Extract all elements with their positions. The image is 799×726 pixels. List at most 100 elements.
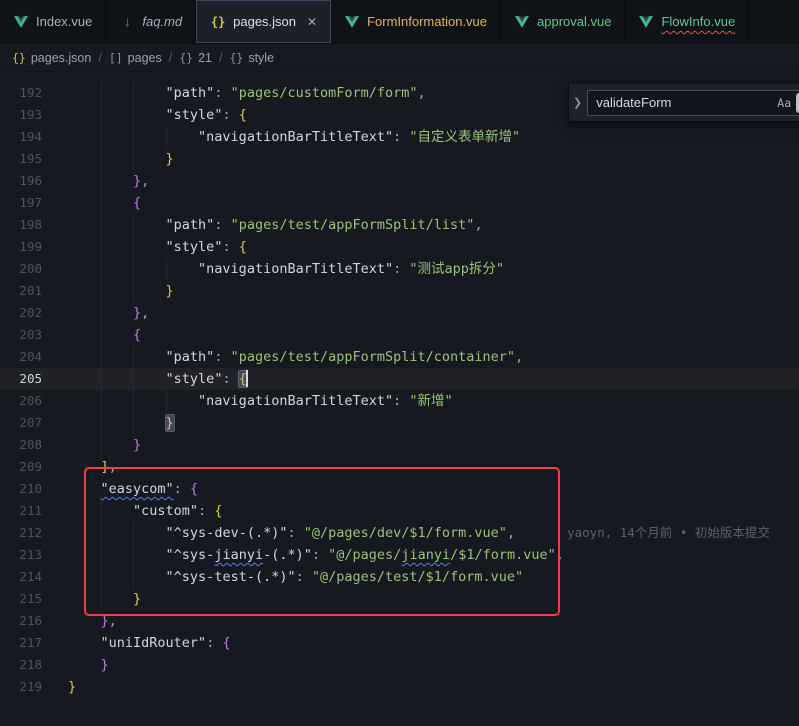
code-token: "path" xyxy=(166,217,215,233)
tab-flowinfo-vue[interactable]: FlowInfo.vue xyxy=(625,0,749,43)
code-line[interactable]: 195 } xyxy=(0,148,799,170)
code-token: "navigationBarTitleText" xyxy=(198,129,393,145)
line-number: 198 xyxy=(0,214,46,236)
code-line[interactable]: 217 "uniIdRouter": { xyxy=(0,632,799,654)
breadcrumb-item-21[interactable]: {} 21 xyxy=(179,51,212,65)
line-number: 202 xyxy=(0,302,46,324)
code-line[interactable]: 206 "navigationBarTitleText": "新增" xyxy=(0,390,799,412)
code-line[interactable]: 197 { xyxy=(0,192,799,214)
code-token: , xyxy=(507,525,515,541)
line-number: 206 xyxy=(0,390,46,412)
code-token: "pages/test/appFormSplit/container" xyxy=(231,349,515,365)
code-token: { xyxy=(133,195,141,211)
line-number: 205 xyxy=(0,368,46,390)
line-number: 204 xyxy=(0,346,46,368)
code-line[interactable]: 219} xyxy=(0,676,799,698)
line-number: 214 xyxy=(0,566,46,588)
editor-area[interactable]: 192 "path": "pages/customForm/form",193 … xyxy=(0,72,799,726)
match-case-button[interactable]: Aa xyxy=(774,93,794,113)
line-number: 197 xyxy=(0,192,46,214)
code-token: : xyxy=(393,261,409,277)
code-token: : xyxy=(214,217,230,233)
tab-faq-md[interactable]: ↓ faq.md xyxy=(106,0,196,43)
code-line[interactable]: 216 }, xyxy=(0,610,799,632)
tab-label: faq.md xyxy=(142,14,182,29)
line-number: 193 xyxy=(0,104,46,126)
code-token: "path" xyxy=(166,349,215,365)
code-token: , xyxy=(515,349,523,365)
code-token: } xyxy=(133,305,141,321)
code-line[interactable]: 208 } xyxy=(0,434,799,456)
tab-approval-vue[interactable]: approval.vue xyxy=(501,0,625,43)
code-token: , xyxy=(418,85,426,101)
breadcrumb-item-style[interactable]: {} style xyxy=(229,51,274,65)
tab-label: Index.vue xyxy=(36,14,92,29)
code-line[interactable]: 215 } xyxy=(0,588,799,610)
code-token: } xyxy=(68,679,76,695)
code-token: } xyxy=(101,613,109,629)
line-number: 218 xyxy=(0,654,46,676)
code-token: { xyxy=(133,327,141,343)
code-line[interactable]: 201 } xyxy=(0,280,799,302)
tab-label: pages.json xyxy=(233,14,296,29)
breadcrumb-item-file[interactable]: {} pages.json xyxy=(12,51,91,65)
code-token: "@/pages/dev/$1/form.vue" xyxy=(304,525,507,541)
code-line[interactable]: 198 "path": "pages/test/appFormSplit/lis… xyxy=(0,214,799,236)
code-line[interactable]: 209 ], xyxy=(0,456,799,478)
code-line[interactable]: 203 { xyxy=(0,324,799,346)
code-line[interactable]: 199 "style": { xyxy=(0,236,799,258)
find-widget: ❯ Aa ab .* xyxy=(568,84,799,122)
code-line[interactable]: 194 "navigationBarTitleText": "自定义表单新增" xyxy=(0,126,799,148)
code-line[interactable]: 214 "^sys-test-(.*)": "@/pages/test/$1/f… xyxy=(0,566,799,588)
code-area: 192 "path": "pages/customForm/form",193 … xyxy=(0,82,799,698)
code-line[interactable]: 196 }, xyxy=(0,170,799,192)
code-token: } xyxy=(133,173,141,189)
toggle-replace-chevron-icon[interactable]: ❯ xyxy=(573,96,582,109)
code-token: /$1/form.vue" xyxy=(450,547,556,563)
code-line[interactable]: 207 } xyxy=(0,412,799,434)
vue-icon xyxy=(638,14,654,30)
code-token: } xyxy=(166,283,174,299)
code-line[interactable]: 205 "style": { xyxy=(0,368,799,390)
code-line[interactable]: 210 "easycom": { xyxy=(0,478,799,500)
code-token: } xyxy=(166,415,174,431)
code-token: -(.*)" xyxy=(263,547,312,563)
code-token: : xyxy=(296,569,312,585)
tab-index-vue[interactable]: Index.vue xyxy=(0,0,106,43)
code-token: : xyxy=(222,371,238,387)
tab-forminformation-vue[interactable]: FormInformation.vue xyxy=(331,0,501,43)
code-token: : xyxy=(393,393,409,409)
close-icon[interactable]: ✕ xyxy=(307,15,317,29)
find-input[interactable] xyxy=(596,95,772,110)
code-token: , xyxy=(109,459,117,475)
code-token: jianyi xyxy=(214,547,263,563)
line-number: 192 xyxy=(0,82,46,104)
code-token: : xyxy=(222,239,238,255)
code-token: "@/pages/test/$1/form.vue" xyxy=(312,569,523,585)
code-line[interactable]: 204 "path": "pages/test/appFormSplit/con… xyxy=(0,346,799,368)
code-token: { xyxy=(190,481,198,497)
code-line[interactable]: 202 }, xyxy=(0,302,799,324)
code-line[interactable]: 200 "navigationBarTitleText": "测试app拆分" xyxy=(0,258,799,280)
line-number: 211 xyxy=(0,500,46,522)
code-token: "pages/customForm/form" xyxy=(231,85,418,101)
line-number: 200 xyxy=(0,258,46,280)
line-number: 210 xyxy=(0,478,46,500)
code-token: "path" xyxy=(166,85,215,101)
line-number: 199 xyxy=(0,236,46,258)
code-token: , xyxy=(141,305,149,321)
line-number: 201 xyxy=(0,280,46,302)
code-line[interactable]: 212 "^sys-dev-(.*)": "@/pages/dev/$1/for… xyxy=(0,522,799,544)
code-line[interactable]: 211 "custom": { xyxy=(0,500,799,522)
json-file-icon: {} xyxy=(12,51,26,65)
code-line[interactable]: 213 "^sys-jianyi-(.*)": "@/pages/jianyi/… xyxy=(0,544,799,566)
tab-label: FlowInfo.vue xyxy=(661,14,735,29)
tab-pages-json[interactable]: {} pages.json ✕ xyxy=(196,0,331,43)
code-token: "uniIdRouter" xyxy=(101,635,207,651)
line-number: 216 xyxy=(0,610,46,632)
code-line[interactable]: 218 } xyxy=(0,654,799,676)
line-number: 195 xyxy=(0,148,46,170)
breadcrumb-item-pages[interactable]: [] pages xyxy=(109,51,162,65)
code-token: , xyxy=(474,217,482,233)
array-symbol-icon: [] xyxy=(109,51,123,65)
